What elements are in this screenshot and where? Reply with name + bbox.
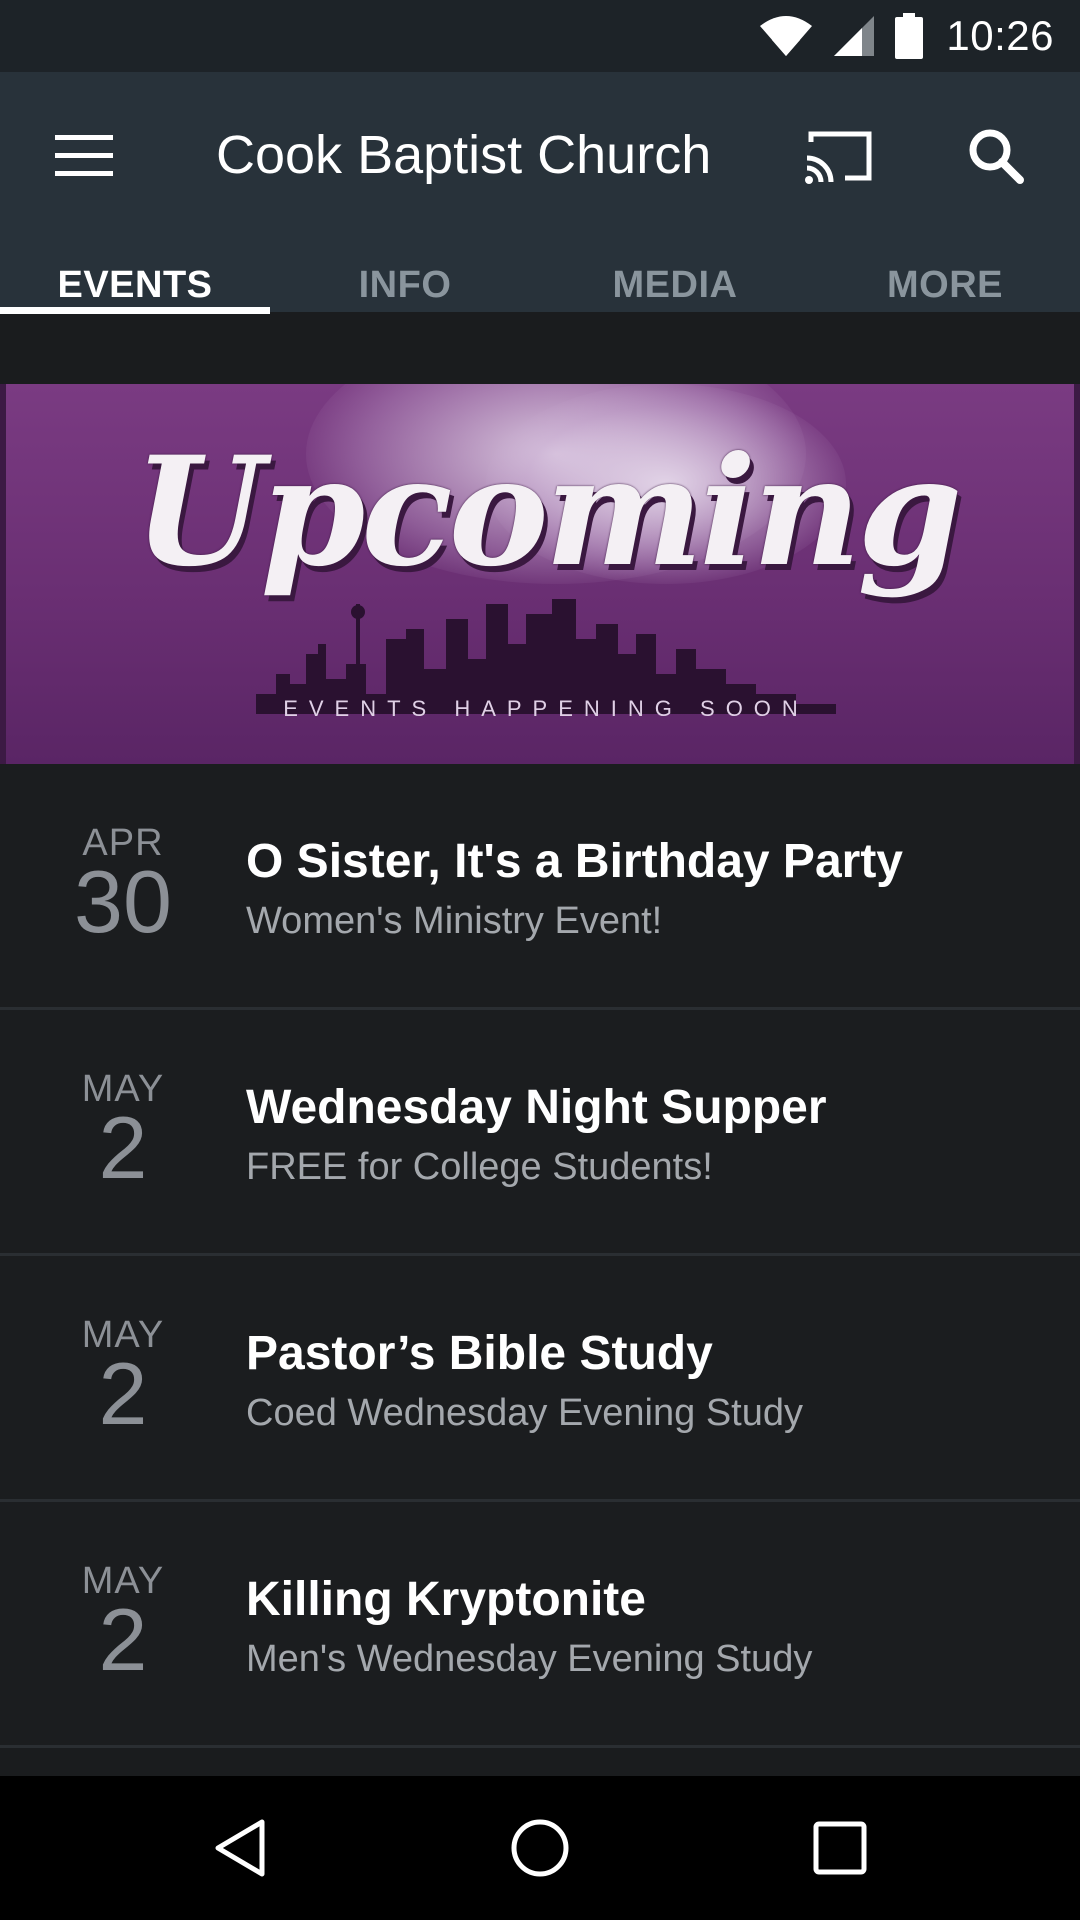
tab-bar: EVENTS INFO MEDIA MORE xyxy=(0,240,1080,314)
menu-icon xyxy=(55,135,113,176)
home-button[interactable] xyxy=(490,1798,590,1898)
event-row[interactable]: MAY 2 Wednesday Night Supper FREE for Co… xyxy=(0,1010,1080,1256)
banner-script-text: Upcoming xyxy=(133,424,963,600)
skyline-graphic xyxy=(256,599,836,714)
event-title: Pastor’s Bible Study xyxy=(246,1327,713,1380)
event-row[interactable]: MAY 2 Pastor’s Bible Study Coed Wednesda… xyxy=(0,1256,1080,1502)
event-date: MAY 2 xyxy=(50,1070,196,1197)
event-row[interactable]: APR 30 O Sister, It's a Birthday Party W… xyxy=(0,764,1080,1010)
app-title: Cook Baptist Church xyxy=(216,125,712,185)
event-day: 2 xyxy=(98,1590,148,1689)
event-date: APR 30 xyxy=(50,824,196,951)
event-row[interactable]: MAY 2 Killing Kryptonite Men's Wednesday… xyxy=(0,1502,1080,1748)
event-subtitle: Coed Wednesday Evening Study xyxy=(246,1392,803,1434)
event-subtitle: Women's Ministry Event! xyxy=(246,900,663,942)
recents-icon xyxy=(813,1821,867,1875)
event-subtitle: Men's Wednesday Evening Study xyxy=(246,1638,813,1680)
event-subtitle: FREE for College Students! xyxy=(246,1146,713,1188)
event-day: 2 xyxy=(98,1098,148,1197)
system-nav-bar xyxy=(0,1776,1080,1920)
tab-media[interactable]: MEDIA xyxy=(540,240,810,312)
wifi-icon xyxy=(760,16,813,56)
upcoming-banner[interactable]: Upcoming EVENTS HAPPENING SOON xyxy=(0,384,1080,764)
tab-more[interactable]: MORE xyxy=(810,240,1080,312)
event-title: Killing Kryptonite xyxy=(246,1573,646,1626)
menu-button[interactable] xyxy=(40,116,128,196)
search-button[interactable] xyxy=(952,116,1040,196)
event-title: O Sister, It's a Birthday Party xyxy=(246,835,903,888)
status-bar: 10:26 xyxy=(0,0,1080,72)
signal-icon xyxy=(834,16,875,56)
battery-icon xyxy=(895,13,924,59)
event-day: 30 xyxy=(74,852,172,951)
cast-button[interactable] xyxy=(796,116,884,196)
event-title: Wednesday Night Supper xyxy=(246,1081,827,1134)
status-time: 10:26 xyxy=(946,12,1054,59)
event-date: MAY 2 xyxy=(50,1316,196,1443)
back-icon xyxy=(215,1819,265,1877)
app-bar: Cook Baptist Church EVENTS INFO MEDIA MO… xyxy=(0,72,1080,314)
back-button[interactable] xyxy=(190,1798,290,1898)
status-icons xyxy=(758,13,924,59)
home-icon xyxy=(511,1819,569,1877)
recents-button[interactable] xyxy=(790,1798,890,1898)
banner-subtitle: EVENTS HAPPENING SOON xyxy=(283,696,809,721)
search-icon xyxy=(969,129,1024,184)
toolbar: Cook Baptist Church xyxy=(0,72,1080,240)
tab-events[interactable]: EVENTS xyxy=(0,240,270,314)
tab-info[interactable]: INFO xyxy=(270,240,540,312)
event-day: 2 xyxy=(98,1344,148,1443)
event-list: APR 30 O Sister, It's a Birthday Party W… xyxy=(0,764,1080,1748)
cast-icon xyxy=(805,131,872,184)
event-date: MAY 2 xyxy=(50,1562,196,1689)
